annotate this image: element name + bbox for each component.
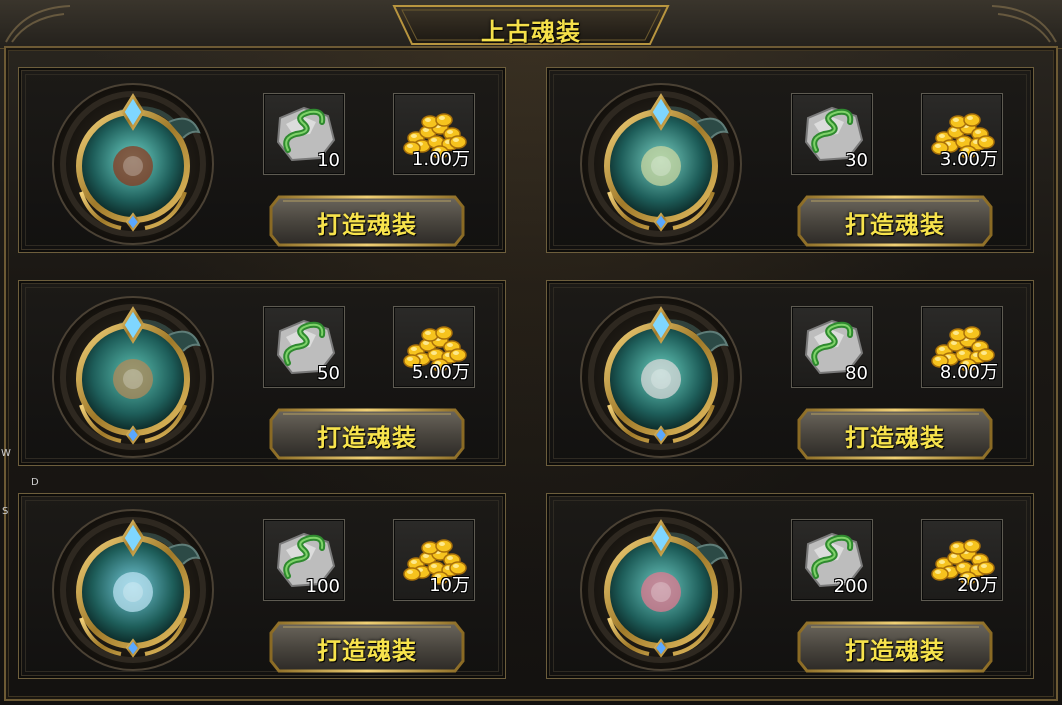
eye-soul-icon[interactable] (51, 82, 215, 246)
corner-ornament-icon (5, 5, 71, 43)
recipe-card: 200 20万 打造魂装 (546, 493, 1034, 679)
blue-flower-soul-icon[interactable] (51, 508, 215, 672)
gold-cost: 8.00万 (939, 362, 998, 383)
skull-soul-icon[interactable] (579, 295, 743, 459)
forge-soul-button[interactable]: 打造魂装 (797, 193, 993, 249)
recipe-card: 50 5.00万 打造魂装 (18, 280, 506, 466)
spider-soul-icon[interactable] (579, 82, 743, 246)
gold-cost: 3.00万 (939, 149, 998, 170)
window-title: 上古魂装 (481, 18, 581, 46)
forge-soul-button[interactable]: 打造魂装 (797, 406, 993, 462)
gold-cost: 5.00万 (411, 362, 470, 383)
forge-soul-button[interactable]: 打造魂装 (797, 619, 993, 675)
gold-slot[interactable]: 3.00万 (921, 93, 1003, 175)
forge-button-label: 打造魂装 (845, 424, 945, 452)
material-count: 200 (833, 576, 868, 597)
corner-ornament-icon (991, 5, 1057, 43)
forge-button-label: 打造魂装 (845, 211, 945, 239)
material-slot[interactable]: 30 (791, 93, 873, 175)
material-slot[interactable]: 80 (791, 306, 873, 388)
gold-cost: 20万 (957, 575, 998, 596)
recipe-card: 80 8.00万 打造魂装 (546, 280, 1034, 466)
gold-slot[interactable]: 5.00万 (393, 306, 475, 388)
side-key-w: W (1, 448, 11, 459)
material-slot[interactable]: 50 (263, 306, 345, 388)
nest-soul-icon[interactable] (51, 295, 215, 459)
material-count: 100 (305, 576, 340, 597)
gold-slot[interactable]: 8.00万 (921, 306, 1003, 388)
material-count: 30 (845, 150, 868, 171)
gold-cost: 10万 (429, 575, 470, 596)
gold-slot[interactable]: 10万 (393, 519, 475, 601)
recipe-card: 100 10万 打造魂装 (18, 493, 506, 679)
forge-button-label: 打造魂装 (845, 637, 945, 665)
material-slot[interactable]: 200 (791, 519, 873, 601)
forge-soul-button[interactable]: 打造魂装 (269, 406, 465, 462)
side-key-d: D (31, 477, 39, 488)
material-slot[interactable]: 100 (263, 519, 345, 601)
forge-soul-button[interactable]: 打造魂装 (269, 193, 465, 249)
forge-button-label: 打造魂装 (317, 424, 417, 452)
material-count: 10 (317, 150, 340, 171)
gold-slot[interactable]: 1.00万 (393, 93, 475, 175)
forge-button-label: 打造魂装 (317, 211, 417, 239)
forge-button-label: 打造魂装 (317, 637, 417, 665)
material-count: 50 (317, 363, 340, 384)
recipe-card: 30 3.00万 打造魂装 (546, 67, 1034, 253)
gold-slot[interactable]: 20万 (921, 519, 1003, 601)
pink-flower-soul-icon[interactable] (579, 508, 743, 672)
forge-soul-button[interactable]: 打造魂装 (269, 619, 465, 675)
recipe-card: 10 1.00万 打造魂装 (18, 67, 506, 253)
material-count: 80 (845, 363, 868, 384)
gold-cost: 1.00万 (411, 149, 470, 170)
side-key-s: S (2, 506, 9, 517)
material-slot[interactable]: 10 (263, 93, 345, 175)
